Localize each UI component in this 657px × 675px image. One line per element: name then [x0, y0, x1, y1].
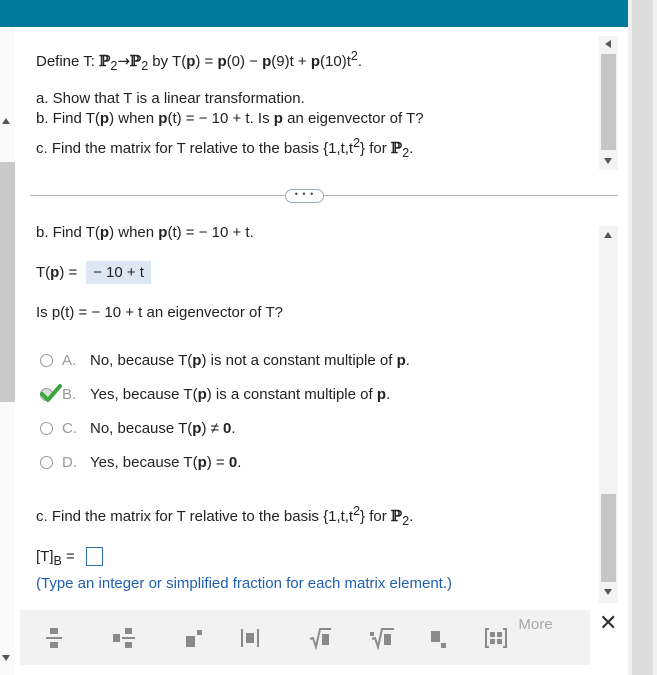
question-scrollbar-thumb[interactable] [601, 54, 616, 150]
outer-scrollbar-track[interactable] [632, 0, 653, 675]
part-b-heading: b. Find T(p) when p(t) = − 10 + t. [36, 224, 254, 241]
scroll-left-icon[interactable] [605, 40, 611, 48]
answer-value-box[interactable]: − 10 + t [86, 261, 151, 284]
matrix-input[interactable] [86, 547, 103, 566]
option-b[interactable]: B. Yes, because T(p) is a constant multi… [40, 384, 480, 406]
answer-label: T(p) = [36, 264, 78, 281]
absolute-value-button[interactable] [234, 623, 266, 653]
radio-a[interactable] [40, 354, 53, 367]
square-root-button[interactable] [304, 623, 336, 653]
definition-text: Define T: ℙ2→ℙ2 by T(p) = p(0) − p(9)t +… [36, 49, 363, 73]
answer-scroll-down-icon[interactable] [604, 589, 612, 595]
more-button[interactable]: More [508, 612, 563, 638]
eigen-question: Is p(t) = − 10 + t an eigenvector of T? [36, 304, 283, 321]
option-a[interactable]: A. No, because T(p) is not a constant mu… [40, 352, 480, 372]
option-a-letter: A. [62, 352, 77, 369]
option-d-text: Yes, because T(p) = 0. [90, 454, 242, 471]
absolute-value-icon [241, 629, 259, 647]
subscript-button[interactable] [422, 623, 454, 653]
answer-scrollbar[interactable] [599, 226, 618, 603]
nth-root-button[interactable] [366, 623, 398, 653]
option-d[interactable]: D. Yes, because T(p) = 0. [40, 454, 480, 474]
matrix-icon [485, 628, 507, 648]
part-b-text: b. Find T(p) when p(t) = − 10 + t. Is p … [36, 110, 424, 127]
answer-scroll-up-icon[interactable] [604, 232, 612, 238]
check-icon [40, 384, 62, 402]
outer-scrollbar[interactable] [628, 0, 657, 675]
option-a-text: No, because T(p) is not a constant multi… [90, 352, 410, 369]
left-scroll-up-icon[interactable] [2, 118, 10, 124]
part-c-heading: c. Find the matrix for T relative to the… [36, 504, 414, 528]
exponent-button[interactable] [178, 623, 210, 653]
fraction-button[interactable] [38, 623, 70, 653]
exponent-icon [186, 630, 202, 647]
option-c-text: No, because T(p) ≠ 0. [90, 420, 236, 437]
input-hint: (Type an integer or simplified fraction … [36, 575, 453, 592]
radio-d[interactable] [40, 456, 53, 469]
subscript-icon [431, 631, 446, 648]
left-scrollbar-thumb[interactable] [0, 162, 15, 402]
option-d-letter: D. [62, 454, 77, 471]
answer-scrollbar-thumb[interactable] [601, 494, 616, 582]
left-scrollbar[interactable] [0, 27, 15, 675]
left-scroll-down-icon[interactable] [2, 655, 10, 661]
close-icon[interactable]: ✕ [599, 612, 617, 636]
section-divider [30, 195, 618, 196]
header-bar [0, 0, 628, 27]
option-c[interactable]: C. No, because T(p) ≠ 0. [40, 420, 480, 440]
expand-more-button[interactable]: • • • [285, 189, 324, 203]
option-b-letter: B. [62, 386, 77, 403]
question-scrollbar[interactable] [599, 36, 618, 170]
mixed-number-button[interactable] [108, 623, 140, 653]
matrix-label: [T]B = [36, 548, 75, 568]
radio-c[interactable] [40, 422, 53, 435]
mixed-number-icon [113, 628, 135, 648]
math-toolbar [20, 610, 590, 665]
scroll-down-icon[interactable] [604, 158, 612, 164]
option-b-text: Yes, because T(p) is a constant multiple… [90, 386, 391, 403]
square-root-icon [309, 628, 331, 650]
part-c-text: c. Find the matrix for T relative to the… [36, 136, 414, 160]
fraction-icon [46, 628, 62, 648]
option-c-letter: C. [62, 420, 77, 437]
nth-root-icon [370, 628, 394, 650]
part-a-text: a. Show that T is a linear transformatio… [36, 90, 305, 107]
